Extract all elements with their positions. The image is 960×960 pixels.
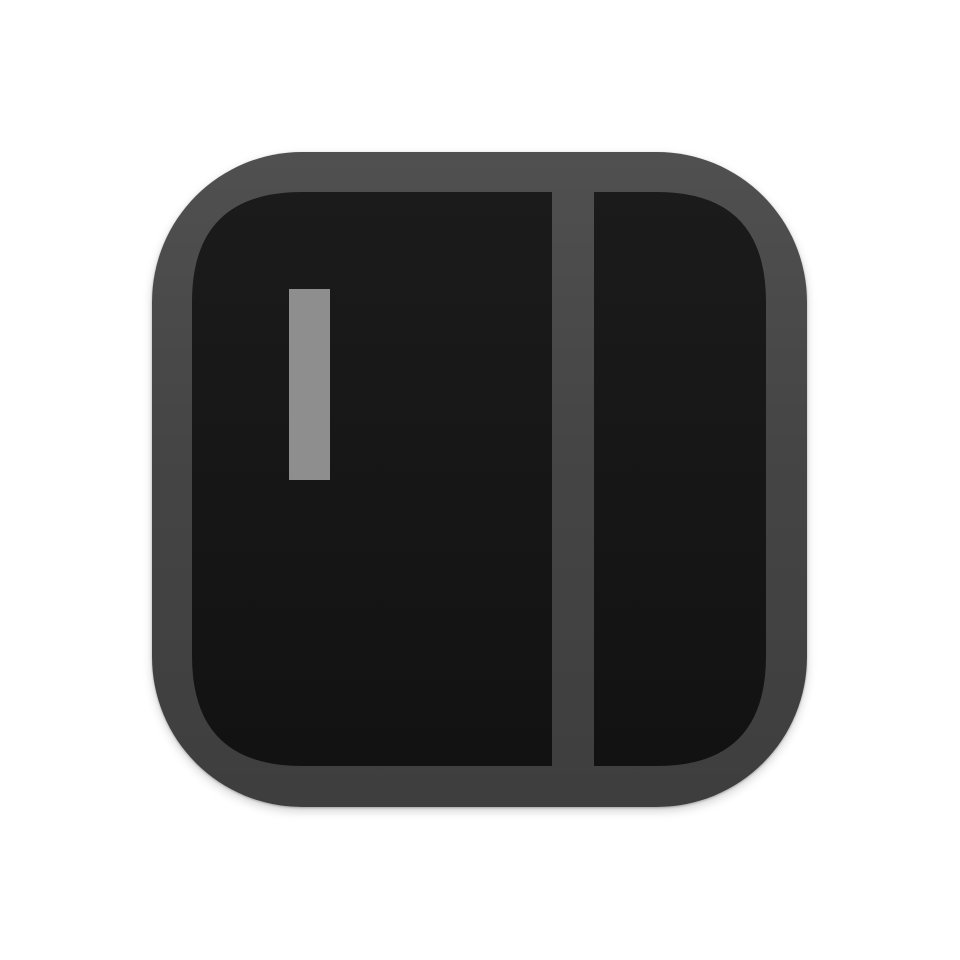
cursor-bar (289, 289, 330, 480)
icon-canvas (0, 0, 960, 960)
left-panel (192, 192, 552, 766)
split-panel-app-icon[interactable] (152, 152, 807, 807)
split-panel-icon (192, 192, 766, 766)
right-panel (594, 192, 766, 766)
